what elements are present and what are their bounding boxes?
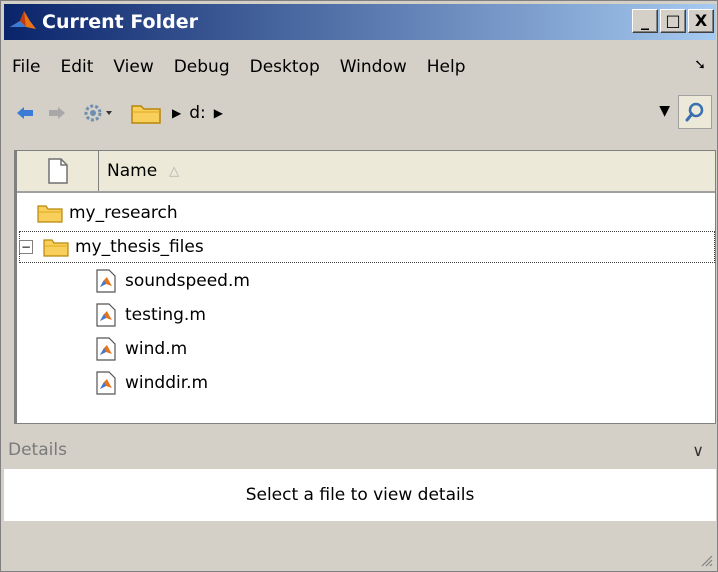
window-title: Current Folder [42, 11, 198, 33]
list-item[interactable]: − my_thesis_files [19, 231, 204, 263]
menu-debug[interactable]: Debug [164, 57, 240, 77]
address-bar[interactable]: ▶ d: ▶ [164, 103, 231, 123]
details-message: Select a file to view details [245, 485, 475, 505]
folder-icon[interactable] [128, 97, 164, 129]
title-bar[interactable]: Current Folder _ □ X [4, 4, 716, 40]
item-name: testing.m [125, 305, 206, 325]
path-segment-drive[interactable]: d: [189, 103, 206, 123]
file-type-column-header[interactable] [17, 151, 99, 191]
path-separator-icon: ▶ [213, 106, 223, 120]
path-separator-icon: ▶ [172, 106, 182, 120]
minimize-button[interactable]: _ [632, 9, 658, 33]
list-item[interactable]: my_research [37, 197, 178, 229]
item-name: soundspeed.m [125, 271, 250, 291]
folder-icon [43, 235, 69, 259]
list-item[interactable]: wind.m [93, 333, 187, 365]
collapse-icon[interactable]: − [19, 240, 33, 254]
m-file-icon [93, 303, 119, 327]
details-label: Details [8, 440, 67, 460]
menu-edit[interactable]: Edit [50, 57, 103, 77]
item-name: wind.m [125, 339, 188, 359]
details-header[interactable]: Details ∨ [4, 433, 716, 467]
menu-file[interactable]: File [4, 57, 50, 77]
chevron-down-icon[interactable]: ∨ [692, 441, 704, 460]
item-name: my_research [69, 203, 178, 223]
address-dropdown-icon[interactable]: ▼ [659, 103, 670, 119]
name-column-header[interactable]: Name △ [99, 161, 179, 181]
folder-icon [37, 201, 63, 225]
name-column-label: Name [107, 161, 158, 181]
back-arrow-icon[interactable] [12, 97, 38, 129]
blank-file-icon [47, 158, 68, 184]
menu-help[interactable]: Help [417, 57, 476, 77]
menu-window[interactable]: Window [330, 57, 417, 77]
list-item[interactable]: testing.m [93, 299, 206, 331]
sort-ascending-icon: △ [169, 163, 180, 179]
resize-grip-icon[interactable] [699, 553, 713, 567]
gear-icon[interactable] [78, 97, 118, 129]
undock-icon[interactable]: ➘ [694, 57, 706, 73]
toolbar: ▶ d: ▶ ▼ [4, 89, 716, 137]
search-icon[interactable] [678, 95, 712, 129]
item-name: winddir.m [125, 373, 209, 393]
maximize-button[interactable]: □ [660, 9, 686, 33]
current-folder-window: Current Folder _ □ X File Edit View Debu… [0, 0, 718, 572]
menu-bar: File Edit View Debug Desktop Window Help… [4, 53, 716, 81]
m-file-icon [93, 371, 119, 395]
item-name: my_thesis_files [75, 237, 204, 257]
window-controls: _ □ X [632, 9, 714, 33]
m-file-icon [93, 269, 119, 293]
m-file-icon [93, 337, 119, 361]
menu-desktop[interactable]: Desktop [240, 57, 330, 77]
list-item[interactable]: soundspeed.m [93, 265, 250, 297]
menu-view[interactable]: View [103, 57, 163, 77]
list-header: Name △ [17, 151, 715, 193]
file-list: Name △ my_research − my_thesis_files sou… [14, 150, 716, 424]
matlab-logo-icon [10, 11, 36, 29]
details-panel: Select a file to view details [4, 469, 716, 521]
close-button[interactable]: X [688, 9, 714, 33]
list-item[interactable]: winddir.m [93, 367, 208, 399]
forward-arrow-icon[interactable] [44, 97, 70, 129]
